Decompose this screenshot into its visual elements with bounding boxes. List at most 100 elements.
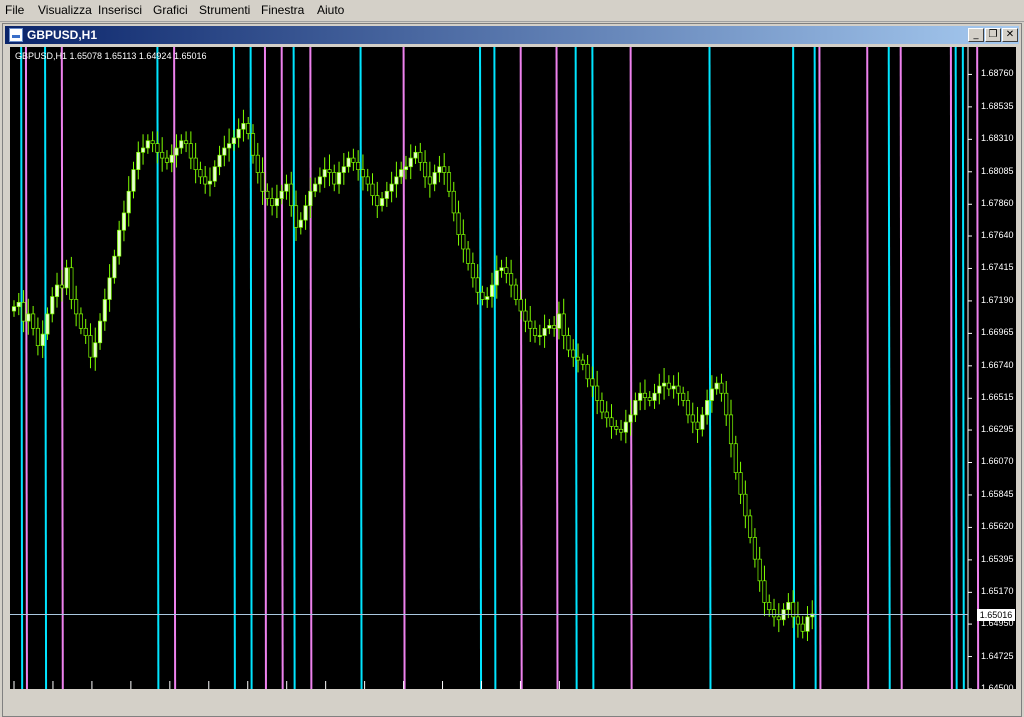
- candle-body: [88, 335, 93, 358]
- violet-indicator-line: [173, 47, 177, 689]
- minimize-button[interactable]: _: [968, 28, 984, 42]
- candle-body: [160, 151, 165, 159]
- candle-body: [31, 313, 36, 329]
- candle-body: [403, 166, 409, 170]
- candle-body: [537, 335, 542, 337]
- candle-body: [442, 166, 447, 173]
- candle-body: [35, 327, 40, 346]
- candle-body: [45, 313, 50, 335]
- candle-body: [590, 378, 595, 387]
- window-titlebar[interactable]: GBPUSD,H1 _ ❐ ✕: [5, 26, 1019, 44]
- violet-indicator-line: [555, 47, 559, 689]
- close-button[interactable]: ✕: [1002, 28, 1018, 42]
- candle-body: [628, 414, 633, 423]
- candle-body: [265, 190, 270, 199]
- candle-body: [11, 306, 17, 312]
- cyan-indicator-line: [20, 47, 24, 689]
- candle-body: [580, 359, 585, 365]
- candle-body: [341, 166, 346, 173]
- candle-body: [633, 400, 638, 416]
- candle-body: [184, 140, 189, 145]
- violet-indicator-line: [866, 47, 870, 689]
- price-tick-label: 1.67190: [981, 294, 1014, 305]
- cyan-indicator-line: [479, 47, 483, 689]
- candle-body: [250, 133, 256, 156]
- candle-body: [78, 313, 83, 329]
- candle-body: [336, 172, 342, 185]
- candle-body: [360, 169, 365, 178]
- candle-body: [681, 392, 686, 401]
- candle-body: [676, 385, 681, 394]
- price-tick-label: 1.67640: [981, 229, 1014, 240]
- candle-body: [619, 428, 624, 433]
- price-tick-label: 1.67860: [981, 198, 1014, 209]
- restore-button[interactable]: ❐: [985, 28, 1001, 42]
- price-tick-label: 1.68310: [981, 133, 1014, 144]
- candle-body: [193, 157, 198, 170]
- violet-indicator-line: [280, 47, 284, 689]
- candle-body: [231, 137, 236, 145]
- candle-body: [489, 284, 495, 297]
- candle-body: [308, 190, 313, 207]
- candle-body: [432, 172, 437, 185]
- candle-body: [666, 382, 671, 390]
- candle-body: [207, 180, 213, 185]
- candle-body: [246, 123, 251, 134]
- candle-body: [719, 382, 724, 394]
- candle-body: [652, 392, 657, 401]
- candle-body: [709, 388, 714, 401]
- candle-body: [418, 151, 423, 163]
- price-chart[interactable]: GBPUSD,H1 1.65078 1.65113 1.64924 1.6501…: [10, 47, 1016, 689]
- candle-body: [532, 327, 538, 336]
- menu-strumenti[interactable]: Strumenti: [199, 3, 250, 17]
- candle-body: [74, 299, 79, 315]
- candle-body: [298, 219, 303, 228]
- candle-body: [552, 325, 557, 329]
- candle-body: [795, 616, 800, 625]
- candle-body: [155, 143, 160, 153]
- candle-body: [179, 140, 184, 149]
- candle-body: [662, 382, 667, 387]
- candle-body: [800, 623, 805, 632]
- cyan-indicator-line: [292, 47, 296, 689]
- candle-body: [64, 267, 69, 289]
- violet-indicator-line: [519, 47, 523, 689]
- candle-body: [695, 421, 700, 430]
- cyan-indicator-line: [887, 47, 891, 689]
- price-tick-label: 1.66070: [981, 456, 1014, 467]
- candle-body: [188, 143, 193, 159]
- candle-body: [413, 151, 418, 159]
- candle-body: [365, 176, 370, 185]
- price-tick-label: 1.66965: [981, 327, 1014, 338]
- candle-body: [657, 385, 662, 394]
- candle-body: [685, 400, 691, 416]
- candle-body: [389, 183, 394, 192]
- candle-body: [284, 183, 289, 192]
- candle-body: [427, 176, 432, 185]
- candle-body: [174, 147, 179, 156]
- candle-body: [748, 515, 753, 538]
- menu-finestra[interactable]: Finestra: [261, 3, 304, 17]
- candle-body: [700, 414, 705, 430]
- price-tick-label: 1.67415: [981, 262, 1014, 273]
- candle-body: [384, 190, 389, 199]
- candle-body: [609, 417, 614, 427]
- candle-body: [504, 267, 509, 274]
- candle-body: [642, 392, 648, 398]
- candle-body: [270, 198, 275, 207]
- candle-body: [21, 302, 26, 322]
- candle-body: [724, 392, 729, 416]
- menu-visualizza[interactable]: Visualizza: [38, 3, 92, 17]
- price-tick-label: 1.66515: [981, 392, 1014, 403]
- menu-inserisci[interactable]: Inserisci: [98, 3, 142, 17]
- menu-grafici[interactable]: Grafici: [153, 3, 188, 17]
- chart-canvas[interactable]: [10, 47, 1016, 689]
- candle-body: [279, 190, 284, 199]
- candle-body: [575, 356, 581, 361]
- menu-aiuto[interactable]: Aiuto: [317, 3, 344, 17]
- candle-body: [771, 609, 777, 618]
- violet-indicator-line: [949, 47, 953, 689]
- candle-body: [313, 183, 318, 192]
- menu-file[interactable]: File: [5, 3, 24, 17]
- candle-body: [102, 299, 107, 322]
